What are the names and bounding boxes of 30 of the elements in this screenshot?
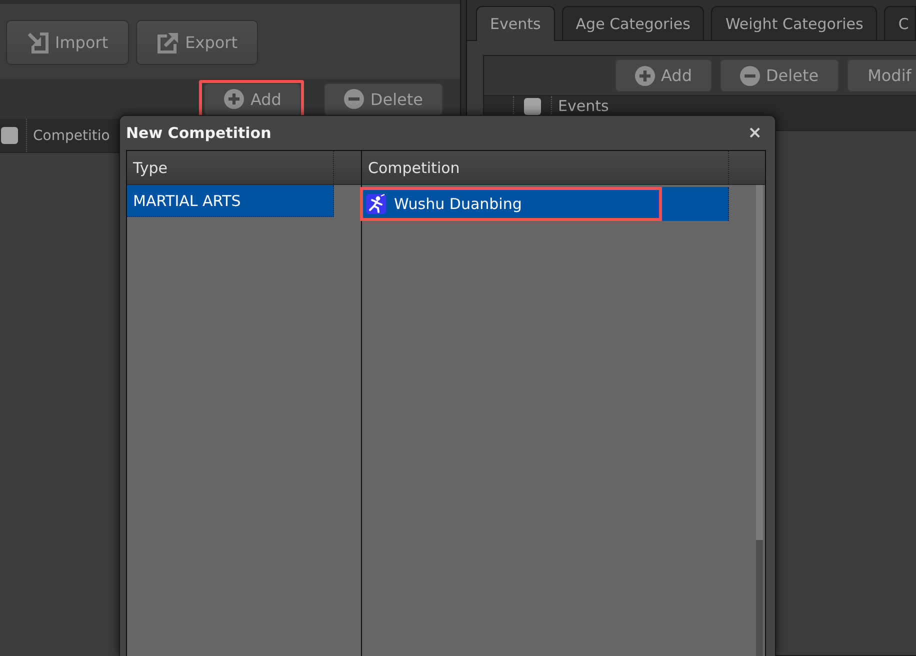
column-header[interactable]: Competition [362, 151, 729, 184]
dialog-title: New Competition [126, 124, 272, 142]
add-button[interactable]: Add [204, 82, 302, 116]
tab[interactable]: Events [476, 6, 555, 41]
plus-circle-icon [635, 66, 655, 86]
minus-circle-icon [344, 89, 364, 109]
column-header[interactable]: Competitio [27, 128, 110, 144]
scrollbar-thumb[interactable] [756, 185, 763, 540]
export-button[interactable]: Export [136, 20, 258, 65]
tab[interactable]: Weight Categories [711, 6, 878, 40]
modify-button[interactable]: Modif [846, 59, 916, 92]
tab[interactable]: Age Categories [562, 6, 704, 40]
add-button[interactable]: Add [615, 59, 712, 92]
column-header[interactable]: Events [552, 96, 609, 115]
import-button[interactable]: Import [6, 20, 130, 65]
delete-button[interactable]: Delete [720, 59, 839, 92]
list-row[interactable]: Wushu Duanbing [362, 187, 729, 221]
checkbox[interactable] [524, 98, 541, 115]
column-header[interactable]: Type [127, 151, 334, 184]
plus-circle-icon [224, 89, 244, 109]
list-row[interactable]: MARTIAL ARTS [127, 185, 334, 217]
minus-circle-icon [740, 66, 760, 86]
athlete-figure-icon [366, 194, 386, 214]
scrollbar-track[interactable] [756, 185, 763, 656]
tab[interactable]: C [884, 6, 916, 40]
checkbox[interactable] [1, 127, 18, 144]
close-button[interactable]: × [746, 124, 764, 142]
arrow-out-icon [157, 32, 180, 54]
arrow-in-icon [27, 32, 49, 54]
delete-button[interactable]: Delete [324, 82, 443, 116]
